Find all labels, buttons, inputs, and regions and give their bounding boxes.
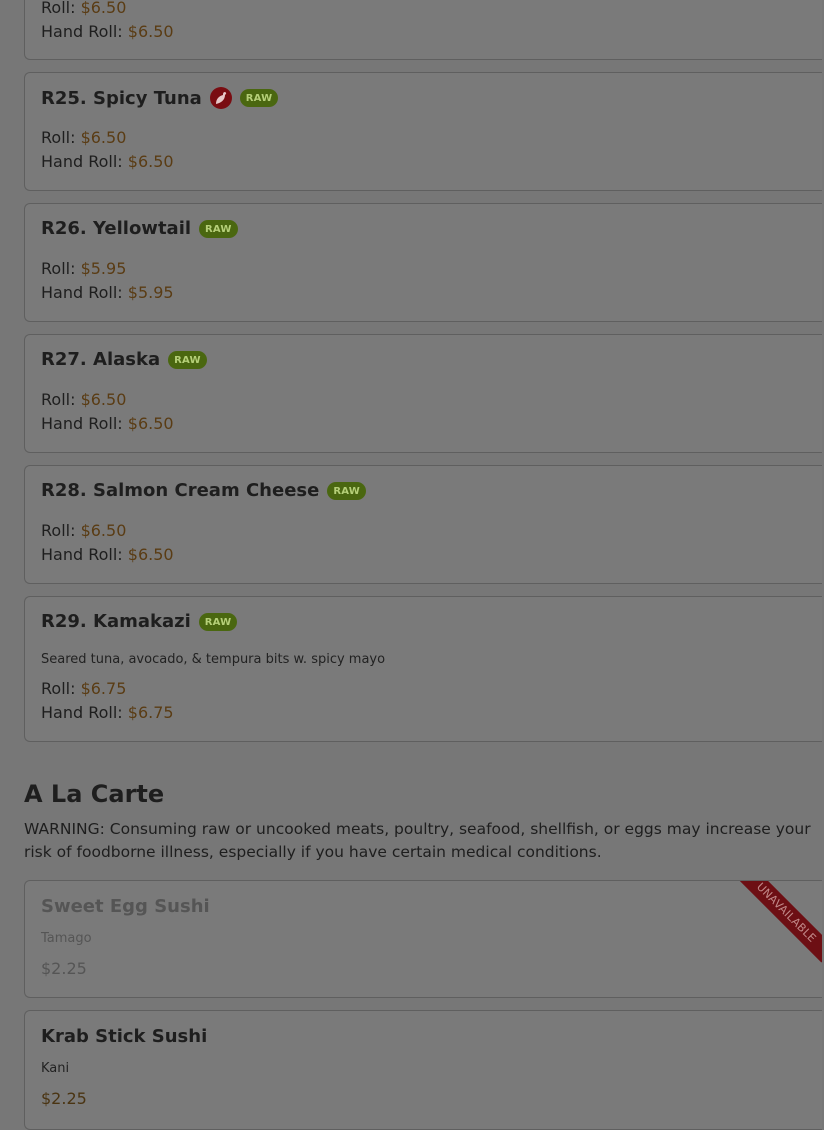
roll-price: Roll: $5.95 xyxy=(41,259,127,278)
hand-roll-price: Hand Roll: $6.50 xyxy=(41,545,174,564)
raw-badge: RAW xyxy=(199,219,238,238)
menu-item-card-r24[interactable]: Roll: $6.50 Hand Roll: $6.50 xyxy=(24,0,822,60)
roll-price: Roll: $6.50 xyxy=(41,390,127,409)
item-title: Sweet Egg Sushi xyxy=(41,896,210,917)
item-title: Krab Stick Sushi xyxy=(41,1026,208,1047)
item-description: Tamago xyxy=(41,931,92,946)
menu-item-card-r29[interactable]: R29. Kamakazi RAW Seared tuna, avocado, … xyxy=(24,596,822,742)
item-title: R28. Salmon Cream Cheese xyxy=(41,480,320,501)
item-title: R26. Yellowtail xyxy=(41,218,192,239)
roll-price: Roll: $6.50 xyxy=(41,128,127,147)
menu-item-card-r27[interactable]: R27. Alaska RAW Roll: $6.50 Hand Roll: $… xyxy=(24,334,822,453)
menu-item-card-r28[interactable]: R28. Salmon Cream Cheese RAW Roll: $6.50… xyxy=(24,465,822,584)
item-title: R25. Spicy Tuna xyxy=(41,87,202,109)
menu-item-card-krab-stick[interactable]: Krab Stick Sushi Kani $2.25 xyxy=(24,1010,822,1130)
raw-badge: RAW xyxy=(327,481,366,500)
raw-badge: RAW xyxy=(239,89,279,107)
hand-roll-price: Hand Roll: $6.50 xyxy=(41,22,174,41)
chili-pepper-icon xyxy=(209,87,232,109)
item-price: $2.25 xyxy=(41,1089,87,1108)
section-title: A La Carte xyxy=(24,780,165,808)
hand-roll-price: Hand Roll: $6.75 xyxy=(41,703,174,722)
menu-item-card-sweet-egg[interactable]: Sweet Egg Sushi Tamago $2.25 UNAVAILABLE xyxy=(24,880,822,998)
raw-badge: RAW xyxy=(198,612,238,631)
roll-price: Roll: $6.75 xyxy=(41,679,127,698)
item-description: Kani xyxy=(41,1061,70,1076)
menu-item-card-r25[interactable]: R25. Spicy Tuna RAW Roll: $6.50 Hand Rol… xyxy=(24,72,822,191)
item-title: R27. Alaska xyxy=(41,349,161,370)
menu-item-card-r26[interactable]: R26. Yellowtail RAW Roll: $5.95 Hand Rol… xyxy=(24,203,822,322)
item-description: Seared tuna, avocado, & tempura bits w. … xyxy=(41,652,386,667)
raw-badge: RAW xyxy=(168,350,207,369)
roll-price: Roll: $6.50 xyxy=(41,521,127,540)
item-price: $2.25 xyxy=(41,959,87,978)
hand-roll-price: Hand Roll: $6.50 xyxy=(41,414,174,433)
raw-food-warning: WARNING: Consuming raw or uncooked meats… xyxy=(24,820,811,861)
roll-price: Roll: $6.50 xyxy=(41,0,127,17)
item-title: R29. Kamakazi xyxy=(41,611,191,632)
hand-roll-price: Hand Roll: $6.50 xyxy=(41,152,174,171)
unavailable-ribbon: UNAVAILABLE xyxy=(736,881,822,963)
hand-roll-price: Hand Roll: $5.95 xyxy=(41,283,174,302)
